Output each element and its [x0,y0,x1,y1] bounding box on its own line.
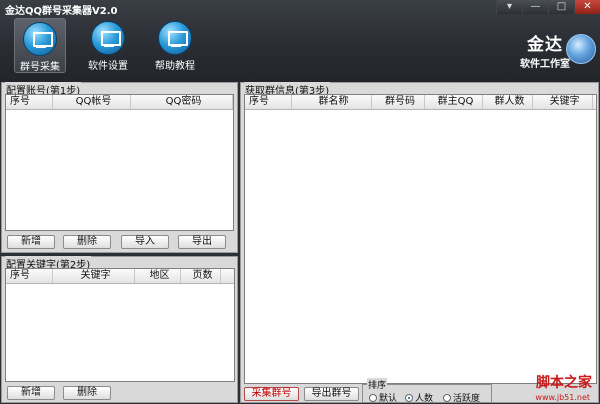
col-pages[interactable]: 页数 [181,269,221,283]
account-import-button[interactable]: 导入 [121,235,169,249]
window-controls: ▾ — □ ✕ [496,0,600,14]
brand-logo: 金达 软件工作室 [520,30,570,70]
keyword-table[interactable]: 序号 关键字 地区 页数 [5,268,235,382]
monitor-icon [23,22,57,56]
export-groups-button[interactable]: 导出群号 [304,387,359,401]
tool-group-collect[interactable]: 群号采集 [14,18,66,73]
globe-icon [566,34,596,64]
keyword-add-button[interactable]: 新增 [7,386,55,400]
maximize-button[interactable]: □ [548,0,574,14]
col-group-name[interactable]: 群名称 [292,95,372,109]
col-region[interactable]: 地区 [135,269,181,283]
radio-icon [369,393,377,402]
col-index[interactable]: 序号 [6,269,53,283]
account-delete-button[interactable]: 删除 [63,235,111,249]
account-add-button[interactable]: 新增 [7,235,55,249]
watermark-url: www.jb51.net [535,393,590,402]
sort-activity-label: 活跃度 [453,394,481,404]
minimize-button[interactable]: — [522,0,548,14]
keyword-panel: 配置关键字(第2步) 序号 关键字 地区 页数 新增 删除 [1,256,238,403]
account-panel: 配置账号(第1步) 序号 QQ帐号 QQ密码 新增 删除 导入 导出 [1,82,238,253]
group-panel: 获取群信息(第3步) 序号 群名称 群号码 群主QQ 群人数 关键字 采集群号 … [240,82,599,403]
col-group-number[interactable]: 群号码 [372,95,425,109]
monitor-icon [158,21,192,55]
col-keyword[interactable]: 关键字 [533,95,593,109]
sort-members-label: 人数 [415,394,434,404]
account-table-header: 序号 QQ帐号 QQ密码 [6,95,233,110]
col-qq-password[interactable]: QQ密码 [131,95,233,109]
watermark: 脚本之家 [536,375,592,391]
radio-icon [443,393,451,402]
close-button[interactable]: ✕ [574,0,600,14]
group-table[interactable]: 序号 群名称 群号码 群主QQ 群人数 关键字 [244,94,597,384]
group-table-header: 序号 群名称 群号码 群主QQ 群人数 关键字 [245,95,596,110]
keyword-table-header: 序号 关键字 地区 页数 [6,269,234,284]
brand-subtitle: 软件工作室 [520,59,570,70]
tool-settings-label: 软件设置 [88,61,128,72]
keyword-delete-button[interactable]: 删除 [63,386,111,400]
tool-settings[interactable]: 软件设置 [82,18,134,73]
sort-activity-radio[interactable]: 活跃度 [443,391,480,404]
tool-help-label: 帮助教程 [155,61,195,72]
col-member-count[interactable]: 群人数 [483,95,533,109]
app-title: 金达QQ群号采集器V2.0 [5,6,118,17]
brand-name: 金达 [527,35,563,55]
menu-dropdown-icon[interactable]: ▾ [496,0,522,14]
sort-group: 排序 默认 人数 活跃度 [362,378,492,404]
tool-group-collect-label: 群号采集 [20,62,60,73]
sort-title: 排序 [367,378,388,391]
collect-button[interactable]: 采集群号 [244,387,299,401]
radio-selected-icon [405,393,413,402]
col-owner-qq[interactable]: 群主QQ [425,95,483,109]
sort-default-radio[interactable]: 默认 [369,391,397,404]
col-index[interactable]: 序号 [245,95,292,109]
col-qq-account[interactable]: QQ帐号 [53,95,131,109]
sort-default-label: 默认 [379,394,398,404]
toolbar: 金达QQ群号采集器V2.0 ▾ — □ ✕ 群号采集 软件设置 帮助教程 金达 … [0,0,600,82]
tool-help[interactable]: 帮助教程 [149,18,201,73]
account-export-button[interactable]: 导出 [178,235,226,249]
sort-members-radio[interactable]: 人数 [405,391,433,404]
col-index[interactable]: 序号 [6,95,53,109]
monitor-icon [91,21,125,55]
account-table[interactable]: 序号 QQ帐号 QQ密码 [5,94,234,231]
col-keyword[interactable]: 关键字 [53,269,135,283]
